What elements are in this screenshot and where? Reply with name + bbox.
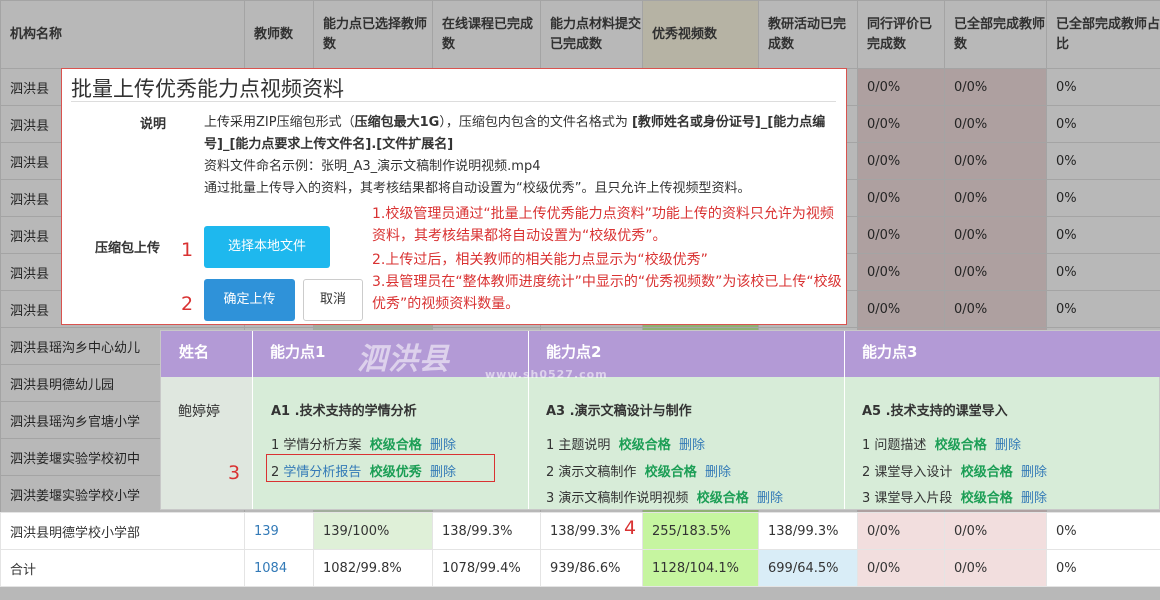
- item-number: 1: [271, 438, 280, 453]
- item-name: 问题描述: [874, 438, 927, 453]
- table-cell: 0/0%: [944, 549, 1047, 587]
- table-cell: 泗洪县明德学校小学部: [0, 512, 245, 550]
- batch-upload-dialog: 批量上传优秀能力点视频资料 说明 上传采用ZIP压缩包形式（压缩包最大1G），压…: [61, 68, 847, 325]
- stats-table-bottom: 泗洪县明德学校小学部 139 139/100% 138/99.3% 138/99.3% 2…: [0, 512, 1160, 587]
- table-row: 泗洪县明德学校小学部 139 139/100% 138/99.3% 138/99.3% 2…: [0, 512, 1160, 550]
- ability3-item: 3 课堂导入片段 校级合格 删除: [862, 487, 1047, 506]
- item-number: 3: [862, 491, 871, 506]
- item-number: 1: [862, 438, 871, 453]
- table-cell: 0%: [1046, 549, 1160, 587]
- item-number: 2: [546, 465, 555, 480]
- table-cell: 1078/99.4%: [432, 549, 541, 587]
- delete-link[interactable]: 删除: [1021, 491, 1047, 506]
- dialog-title: 批量上传优秀能力点视频资料: [71, 77, 344, 101]
- desc-text-1a: 上传采用ZIP压缩包形式（: [204, 115, 355, 130]
- item-number: 2: [862, 465, 871, 480]
- table-cell[interactable]: 139: [244, 512, 314, 550]
- table-cell[interactable]: 1084: [244, 549, 314, 587]
- detail-header-name: 姓名: [161, 331, 252, 377]
- highlight-box: [266, 454, 495, 482]
- item-number: 1: [546, 438, 555, 453]
- table-cell: 1128/104.1%: [642, 549, 759, 587]
- teacher-name: 鲍婷婷: [178, 404, 220, 420]
- table-cell: 0/0%: [944, 512, 1047, 550]
- table-cell: 0/0%: [857, 549, 945, 587]
- ability2-item: 1 主题说明 校级合格 删除: [546, 434, 705, 453]
- desc-text-1c: ），压缩包内包含的文件名格式为: [439, 115, 632, 130]
- item-name: 课堂导入设计: [874, 465, 953, 480]
- annotation-number-4: 4: [624, 517, 637, 539]
- table-cell: 0%: [1046, 512, 1160, 550]
- table-cell: 139/100%: [313, 512, 433, 550]
- delete-link[interactable]: 删除: [995, 438, 1021, 453]
- ability2-title: A3 .演示文稿设计与制作: [546, 404, 692, 419]
- teacher-ability-detail: 姓名 能力点1 能力点2 能力点3 泗洪县 www.sh0527.com 鲍婷婷 …: [160, 330, 1160, 510]
- item-name: 演示文稿制作说明视频: [558, 491, 689, 506]
- table-cell: 138/99.3%: [758, 512, 858, 550]
- item-status: 校级合格: [644, 465, 697, 480]
- annotation-note-1: 1.校级管理员通过“批量上传优秀能力点资料”功能上传的资料只允许为视频资料，其考…: [372, 206, 834, 244]
- watermark-url: www.sh0527.com: [485, 368, 608, 381]
- desc-example: 资料文件命名示例：张明_A3_演示文稿制作说明视频.mp4: [204, 159, 541, 174]
- site-watermark: 泗洪县 www.sh0527.com: [357, 334, 608, 381]
- ability3-title: A5 .技术支持的课堂导入: [862, 404, 1008, 419]
- item-name: 主题说明: [558, 438, 611, 453]
- ability2-item: 2 演示文稿制作 校级合格 删除: [546, 461, 731, 480]
- detail-header-ability3: 能力点3: [844, 331, 1160, 377]
- item-status: 校级合格: [960, 465, 1013, 480]
- cancel-button[interactable]: 取消: [303, 279, 363, 321]
- ability1-item: 1 学情分析方案 校级合格 删除: [271, 434, 456, 453]
- description-text: 上传采用ZIP压缩包形式（压缩包最大1G），压缩包内包含的文件名格式为 [教师姓…: [204, 112, 836, 200]
- table-cell: 939/86.6%: [540, 549, 643, 587]
- table-cell: 1082/99.8%: [313, 549, 433, 587]
- delete-link[interactable]: 删除: [757, 491, 783, 506]
- annotation-number-3: 3: [228, 462, 241, 484]
- annotation-number-2: 2: [181, 293, 194, 315]
- title-divider: [71, 101, 836, 102]
- ability2-item: 3 演示文稿制作说明视频 校级合格 删除: [546, 487, 783, 506]
- delete-link[interactable]: 删除: [430, 438, 456, 453]
- table-cell: 699/64.5%: [758, 549, 858, 587]
- item-status: 校级合格: [618, 438, 671, 453]
- item-status: 校级合格: [369, 438, 422, 453]
- delete-link[interactable]: 删除: [1021, 465, 1047, 480]
- watermark-text: 泗洪县: [357, 342, 450, 377]
- item-status: 校级合格: [934, 438, 987, 453]
- annotation-note-2: 2.上传过后，相关教师的相关能力点显示为“校级优秀”: [372, 252, 708, 268]
- item-name: 学情分析方案: [283, 438, 362, 453]
- item-status: 校级合格: [960, 491, 1013, 506]
- teacher-name-cell: [161, 377, 252, 509]
- table-total-row: 合计 1084 1082/99.8% 1078/99.4% 939/86.6% 1128/…: [0, 549, 1160, 587]
- annotation-note-3: 3.县管理员在“整体教师进度统计”中显示的“优秀视频数”为该校已上传“校级优秀”…: [372, 274, 842, 312]
- column-divider: [252, 331, 253, 509]
- item-name: 课堂导入片段: [874, 491, 953, 506]
- delete-link[interactable]: 删除: [679, 438, 705, 453]
- table-cell: 255/183.5%: [642, 512, 759, 550]
- delete-link[interactable]: 删除: [705, 465, 731, 480]
- item-number: 3: [546, 491, 555, 506]
- ability3-item: 1 问题描述 校级合格 删除: [862, 434, 1021, 453]
- table-cell: 合计: [0, 549, 245, 587]
- description-label: 说明: [140, 117, 167, 132]
- confirm-upload-button[interactable]: 确定上传: [204, 279, 295, 321]
- ability3-item: 2 课堂导入设计 校级合格 删除: [862, 461, 1047, 480]
- annotation-number-1: 1: [181, 239, 194, 261]
- table-cell: 0/0%: [857, 512, 945, 550]
- choose-file-button[interactable]: 选择本地文件: [204, 226, 330, 268]
- upload-label: 压缩包上传: [95, 241, 161, 256]
- table-cell: 138/99.3%: [432, 512, 541, 550]
- item-status: 校级合格: [696, 491, 749, 506]
- desc-text-1b: 压缩包最大1G: [354, 115, 440, 130]
- desc-note: 通过批量上传导入的资料，其考核结果都将自动设置为“校级优秀”。且只允许上传视频型…: [204, 181, 751, 196]
- ability1-title: A1 .技术支持的学情分析: [271, 404, 417, 419]
- item-name: 演示文稿制作: [558, 465, 637, 480]
- column-divider: [844, 331, 845, 509]
